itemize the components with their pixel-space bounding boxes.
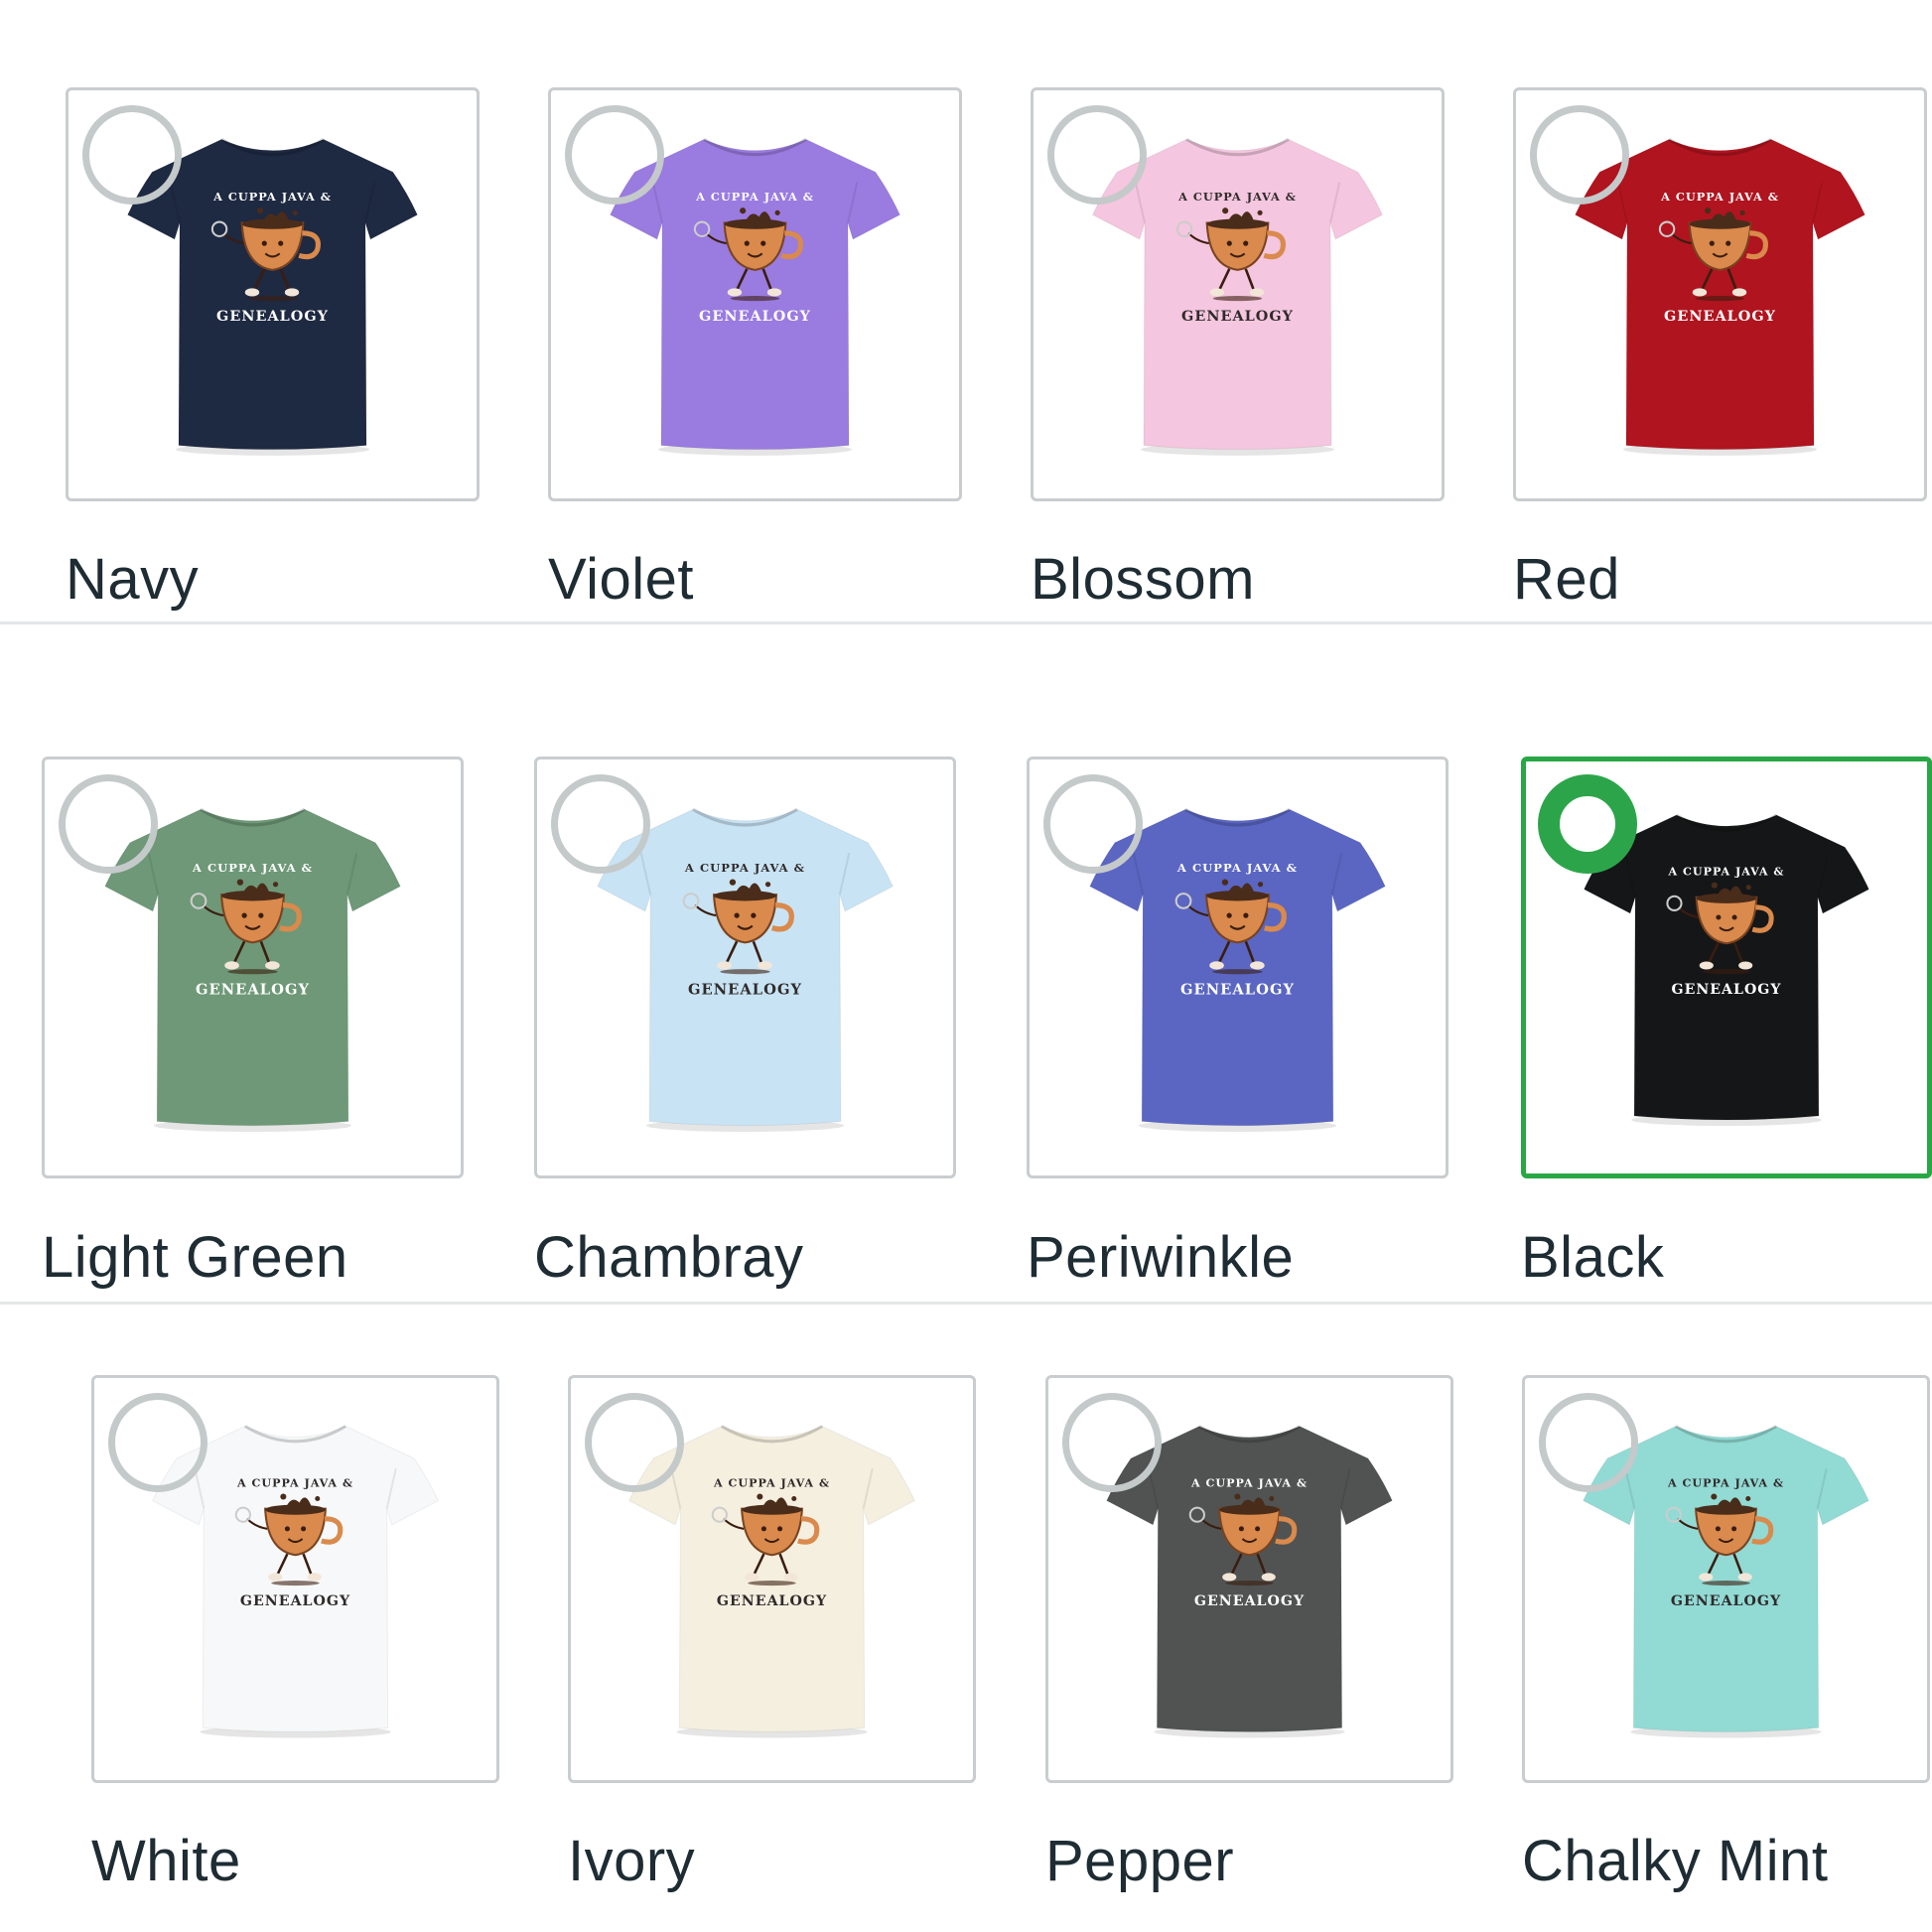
print-bottom-text: GENEALOGY [1181,308,1294,325]
print-bottom-text: GENEALOGY [1664,308,1776,325]
print-top-text: A CUPPA JAVA & [1667,1476,1784,1489]
print-bottom-text: GENEALOGY [196,982,310,999]
print-top-text: A CUPPA JAVA & [1190,1476,1308,1489]
print-top-text: A CUPPA JAVA & [1660,190,1779,204]
radio-button[interactable] [585,1393,684,1492]
print-bottom-text: GENEALOGY [699,308,811,325]
print-top-text: A CUPPA JAVA & [684,861,805,875]
print-bottom-text: GENEALOGY [216,308,329,325]
print-top-text: A CUPPA JAVA & [192,861,313,875]
radio-button[interactable] [1043,774,1143,874]
radio-button[interactable] [59,774,158,874]
radio-button[interactable] [108,1393,207,1492]
print-bottom-text: GENEALOGY [1194,1593,1305,1609]
swatch-label: Red [1513,547,1620,612]
swatch-label: Light Green [42,1225,348,1290]
print-top-text: A CUPPA JAVA & [236,1476,353,1489]
radio-button[interactable] [1062,1393,1162,1492]
print-top-text: A CUPPA JAVA & [695,190,814,204]
row-divider [0,621,1932,624]
print-bottom-text: GENEALOGY [688,982,802,999]
print-bottom-text: GENEALOGY [1672,982,1782,998]
print-top-text: A CUPPA JAVA & [1668,866,1785,879]
radio-button-selected[interactable] [1538,774,1637,874]
swatch-label: Ivory [568,1829,696,1893]
print-bottom-text: GENEALOGY [1180,982,1295,999]
print-bottom-text: GENEALOGY [717,1593,827,1609]
swatch-label: Periwinkle [1027,1225,1295,1290]
swatch-label: Black [1521,1225,1665,1290]
radio-button[interactable] [1539,1393,1638,1492]
radio-button[interactable] [1047,105,1147,205]
print-top-text: A CUPPA JAVA & [713,1476,830,1489]
print-bottom-text: GENEALOGY [240,1593,350,1609]
swatch-label: Navy [66,547,200,612]
print-top-text: A CUPPA JAVA & [1177,190,1297,204]
swatch-label: Blossom [1031,547,1255,612]
swatch-label: Chambray [534,1225,804,1290]
swatch-label: White [91,1829,241,1893]
print-bottom-text: GENEALOGY [1671,1593,1781,1609]
radio-button[interactable] [565,105,664,205]
radio-button[interactable] [82,105,182,205]
swatch-label: Pepper [1045,1829,1235,1893]
print-top-text: A CUPPA JAVA & [1176,861,1298,875]
radio-button[interactable] [1530,105,1629,205]
swatch-label: Violet [548,547,695,612]
row-divider [0,1302,1932,1305]
print-top-text: A CUPPA JAVA & [212,190,332,204]
radio-button[interactable] [551,774,650,874]
swatch-label: Chalky Mint [1522,1829,1829,1893]
